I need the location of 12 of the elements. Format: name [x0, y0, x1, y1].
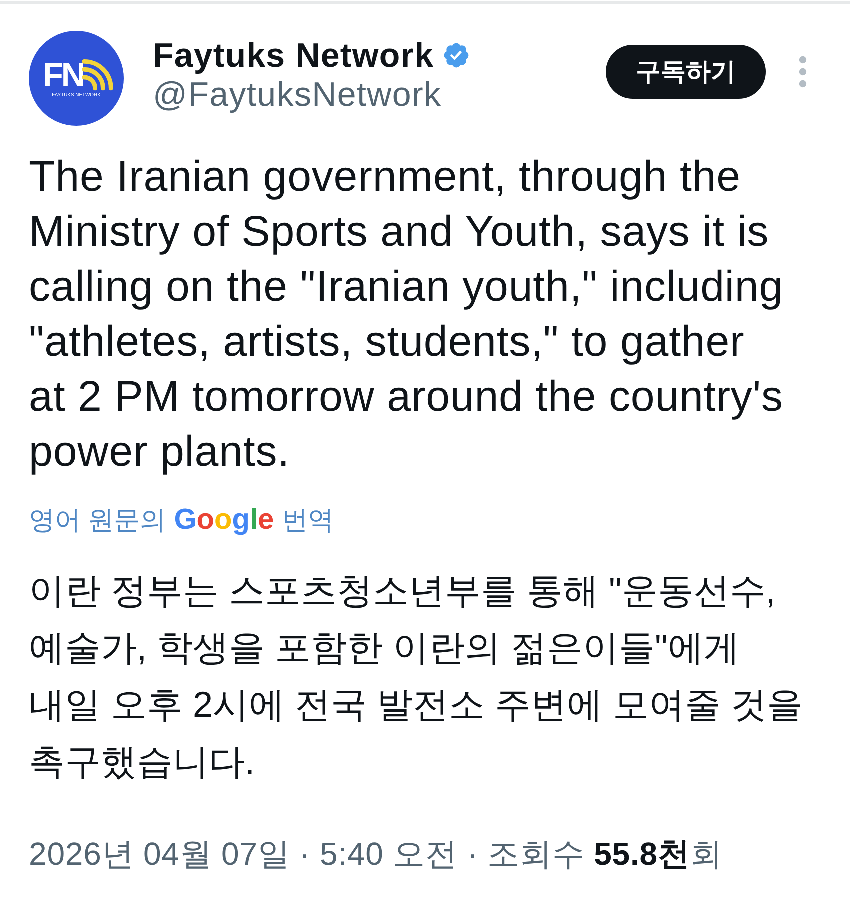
post-text: The Iranian government, through the Ministry of Sports and Youth, says it is calling on the "Iranian youth," including "athletes, artists, students," to gather at 2 PM tomorrow around the country's power plants. [29, 152, 785, 478]
post-timestamp-views: 2026년 04월 07일 · 5:40 오전 · 조회수 55.8천회 [29, 835, 724, 874]
subscribe-button[interactable]: 구독하기 [606, 44, 766, 98]
logo-initials: FN [42, 57, 84, 94]
translator-logo: Google [174, 503, 274, 538]
signal-arcs-icon [82, 59, 114, 91]
translation-label[interactable]: 영어 원문의 [29, 502, 166, 538]
more-options-icon[interactable] [799, 56, 807, 88]
translated-text: 이란 정부는 스포츠청소년부를 통해 "운동선수, 예술가, 학생을 포함한 이란의 젊은이들"에게 내일 오후 2시에 전국 발전소 주변에 모여줄 것을 촉구했습니다. [29, 569, 804, 784]
account-name[interactable]: Faytuks Network [153, 36, 434, 74]
account-handle[interactable]: @FaytuksNetwork [153, 74, 470, 114]
translation-suffix[interactable]: 번역 [282, 502, 334, 538]
